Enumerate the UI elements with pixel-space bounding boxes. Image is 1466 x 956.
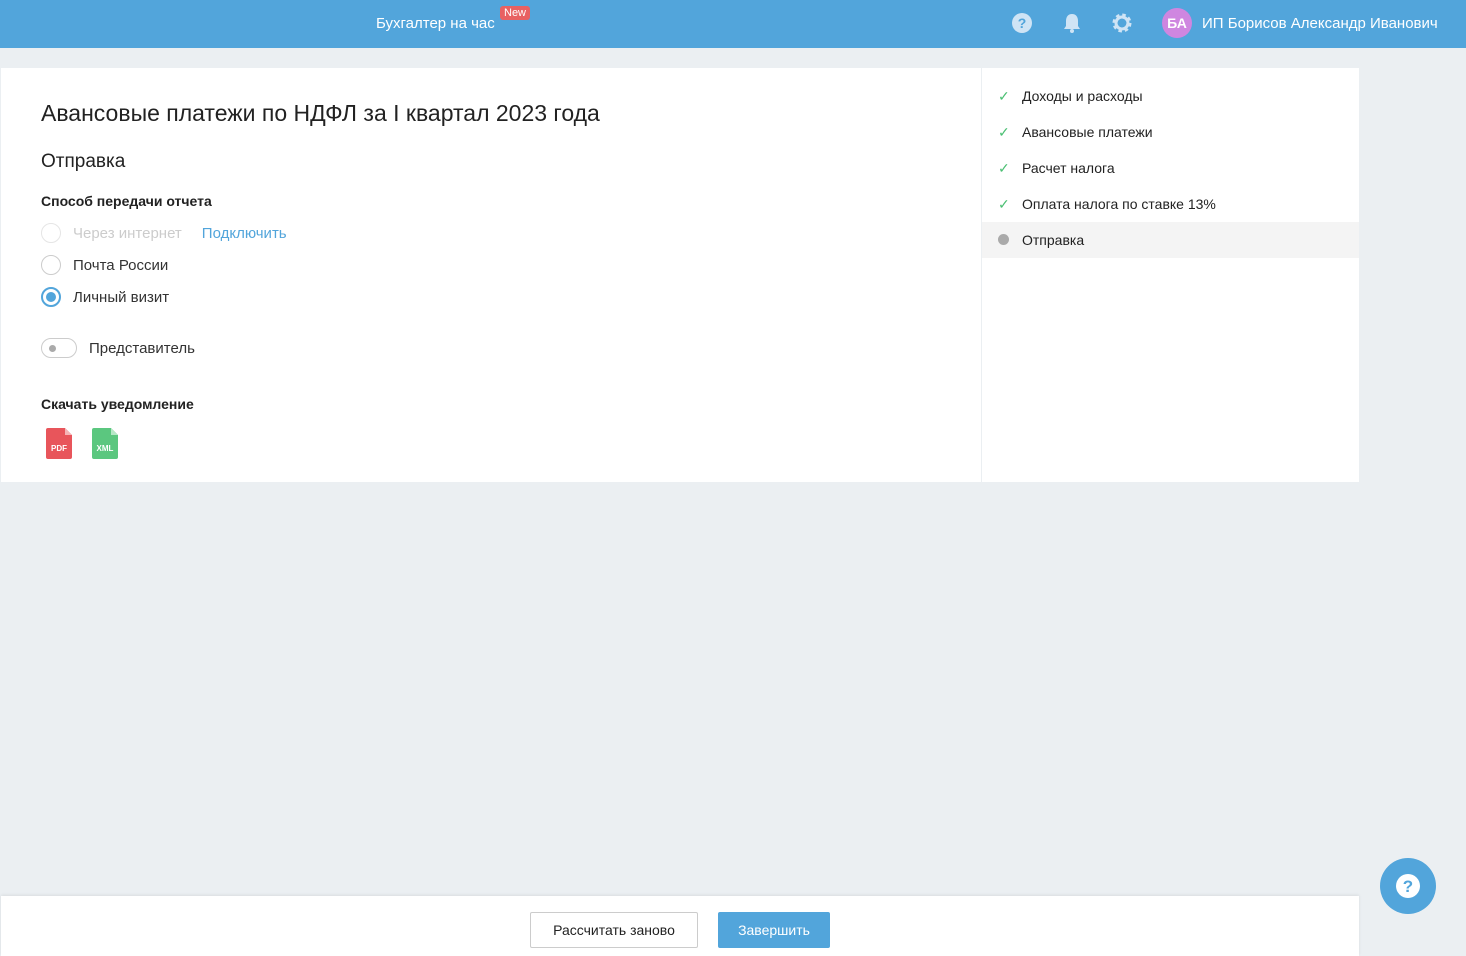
help-chat-button[interactable]: ? (1380, 858, 1436, 914)
step-income[interactable]: ✓ Доходы и расходы (982, 78, 1359, 114)
finish-button[interactable]: Завершить (718, 912, 830, 948)
page-title: Авансовые платежи по НДФЛ за I квартал 2… (41, 100, 600, 126)
method-label: Способ передачи отчета (41, 193, 212, 209)
section-title: Отправка (41, 151, 126, 172)
pdf-file-icon[interactable]: PDF (46, 428, 72, 459)
avatar[interactable]: БА (1162, 8, 1192, 38)
radio-post[interactable]: Почта России (41, 255, 168, 275)
check-icon: ✓ (998, 123, 1010, 140)
current-dot-icon (998, 234, 1009, 245)
step-advance[interactable]: ✓ Авансовые платежи (982, 114, 1359, 150)
connect-link[interactable]: Подключить (202, 225, 287, 242)
step-send[interactable]: Отправка (982, 222, 1359, 258)
download-label: Скачать уведомление (41, 396, 194, 412)
check-icon: ✓ (998, 159, 1010, 176)
step-payment[interactable]: ✓ Оплата налога по ставке 13% (982, 186, 1359, 222)
xml-file-icon[interactable]: XML (92, 428, 118, 459)
svg-text:?: ? (1018, 15, 1027, 31)
top-bar: Бухгалтер на час New ? БА ИП Борисов Але… (0, 0, 1466, 48)
radio-visit[interactable]: Личный визит (41, 287, 169, 307)
footer-bar: Рассчитать заново Завершить (1, 896, 1359, 956)
check-icon: ✓ (998, 195, 1010, 212)
help-icon[interactable]: ? (1011, 12, 1033, 34)
svg-text:XML: XML (97, 444, 114, 453)
help-icon: ? (1396, 874, 1420, 898)
main-panel: Авансовые платежи по НДФЛ за I квартал 2… (1, 68, 981, 482)
representative-toggle[interactable]: Представитель (41, 338, 195, 358)
check-icon: ✓ (998, 87, 1010, 104)
new-badge: New (500, 6, 531, 20)
brand-link[interactable]: Бухгалтер на час (376, 15, 495, 32)
user-name[interactable]: ИП Борисов Александр Иванович (1202, 15, 1438, 32)
radio-internet: Через интернет Подключить (41, 223, 287, 243)
recalculate-button[interactable]: Рассчитать заново (530, 912, 698, 948)
svg-text:?: ? (1403, 877, 1413, 896)
steps-panel: ✓ Доходы и расходы ✓ Авансовые платежи ✓ Ра… (982, 68, 1359, 482)
step-calc[interactable]: ✓ Расчет налога (982, 150, 1359, 186)
svg-text:PDF: PDF (51, 444, 67, 453)
bell-icon[interactable] (1061, 12, 1083, 34)
gear-icon[interactable] (1111, 12, 1133, 34)
